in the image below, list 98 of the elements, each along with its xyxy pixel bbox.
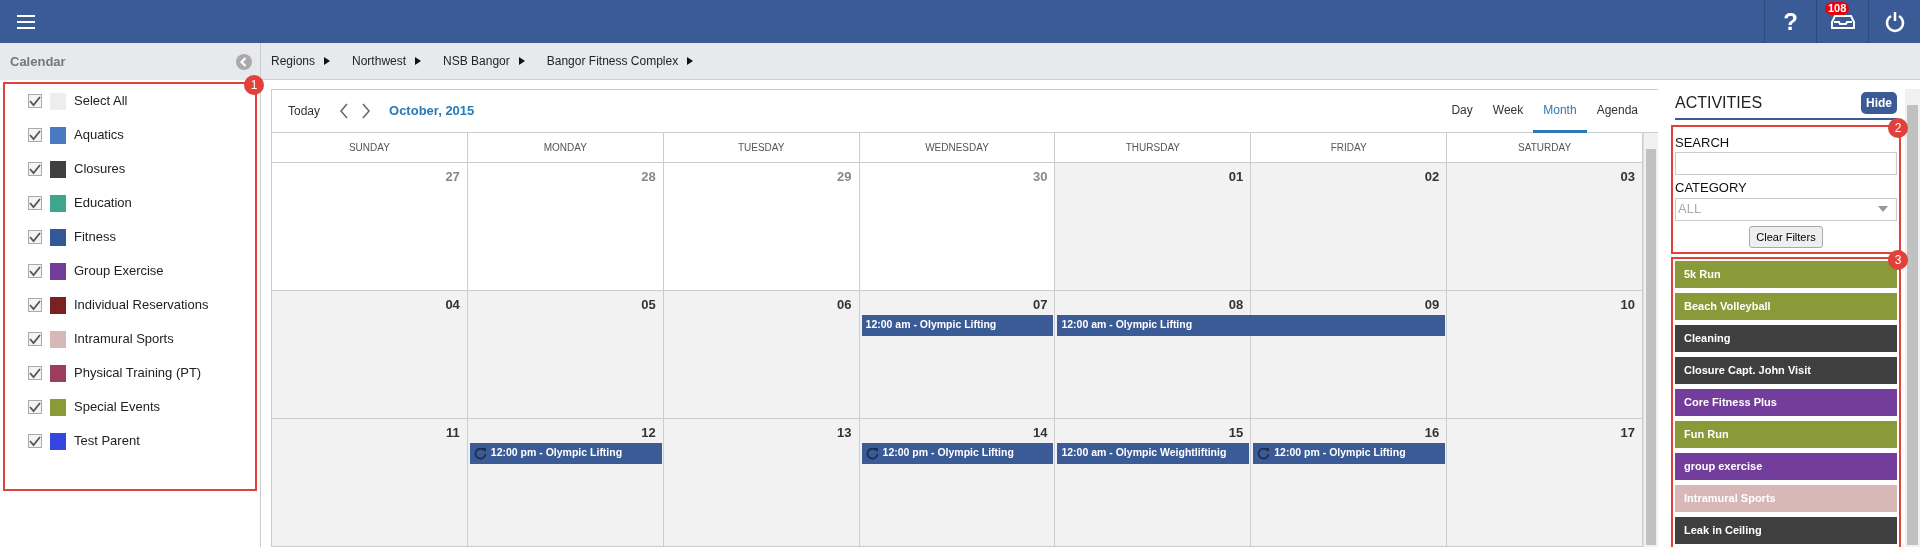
day-number[interactable]: 13 xyxy=(837,422,852,443)
day-number[interactable]: 01 xyxy=(1228,166,1244,187)
checkbox[interactable] xyxy=(28,230,42,244)
power-icon xyxy=(1884,10,1905,33)
weekday-header: MONDAY xyxy=(543,140,587,155)
breadcrumb-link[interactable]: NSB Bangor xyxy=(443,51,510,70)
category-label[interactable]: Physical Training (PT) xyxy=(74,363,202,383)
panel-title: ACTIVITIES xyxy=(1675,92,1763,113)
day-number[interactable]: 09 xyxy=(1424,294,1440,315)
day-number[interactable]: 10 xyxy=(1620,294,1635,315)
weekday-header: SUNDAY xyxy=(348,140,390,155)
field-label: CATEGORY xyxy=(1675,179,1748,198)
checkbox[interactable] xyxy=(28,162,42,176)
category-label[interactable]: Intramural Sports xyxy=(74,329,174,349)
view-tab[interactable]: Month xyxy=(1533,88,1587,133)
activity-item[interactable]: Cleaning xyxy=(1675,325,1897,353)
day-number[interactable]: 15 xyxy=(1228,422,1244,443)
category-label[interactable]: Test Parent xyxy=(74,431,140,451)
day-number[interactable]: 12 xyxy=(641,422,656,443)
weekday-header: SATURDAY xyxy=(1518,140,1572,155)
day-number[interactable]: 06 xyxy=(837,294,852,315)
checkbox[interactable] xyxy=(28,264,42,278)
event-label: 12:00 pm - Olympic Lifting xyxy=(490,445,623,461)
breadcrumb-link[interactable]: Bangor Fitness Complex xyxy=(546,51,679,70)
next-icon[interactable] xyxy=(361,102,372,119)
weekday-header: TUESDAY xyxy=(737,140,785,155)
category-label[interactable]: Group Exercise xyxy=(74,261,164,281)
activity-item[interactable]: Core Fitness Plus xyxy=(1675,389,1897,417)
event-label: 12:00 pm - Olympic Lifting xyxy=(882,445,1014,461)
day-number[interactable]: 04 xyxy=(445,294,460,315)
callout-number: 2 xyxy=(1888,117,1908,138)
day-number[interactable]: 07 xyxy=(1032,294,1048,315)
category-label[interactable]: Special Events xyxy=(74,397,160,417)
view-tab[interactable]: Week xyxy=(1482,88,1534,133)
hide-button[interactable]: Hide xyxy=(1861,91,1897,114)
weekday-header: FRIDAY xyxy=(1330,140,1367,155)
activity-item[interactable]: Closure Capt. John Visit xyxy=(1675,357,1897,385)
view-tab[interactable]: Agenda xyxy=(1586,88,1648,133)
day-number[interactable]: 29 xyxy=(837,166,852,187)
day-number[interactable]: 05 xyxy=(641,294,656,315)
checkbox[interactable] xyxy=(28,128,42,142)
month-title: October, 2015 xyxy=(389,101,475,120)
field-label: SEARCH xyxy=(1675,133,1731,152)
dropdown-value: ALL xyxy=(1678,200,1702,219)
checkbox[interactable] xyxy=(28,434,42,448)
day-number[interactable]: 30 xyxy=(1032,166,1048,187)
checkbox[interactable] xyxy=(28,298,42,312)
inbox-icon xyxy=(1830,14,1855,29)
checkbox[interactable] xyxy=(28,332,42,346)
checkbox[interactable] xyxy=(28,400,42,414)
today-button[interactable]: Today xyxy=(287,100,322,121)
day-number[interactable]: 08 xyxy=(1228,294,1244,315)
category-label[interactable]: Closures xyxy=(74,159,126,179)
breadcrumb-link[interactable]: Regions xyxy=(271,51,316,70)
checkbox[interactable] xyxy=(28,94,42,108)
day-number[interactable]: 27 xyxy=(445,166,460,187)
event-label: 12:00 pm - Olympic Lifting xyxy=(1274,445,1406,461)
caret-icon xyxy=(1878,206,1888,213)
search-field[interactable] xyxy=(1675,152,1897,176)
category-label[interactable]: Individual Reservations xyxy=(74,295,209,315)
scrollbar[interactable] xyxy=(1905,88,1920,547)
category-label[interactable]: Education xyxy=(74,193,132,213)
event-bar[interactable]: 12:00 pm - Olympic Lifting xyxy=(1253,442,1446,464)
event-bar[interactable]: 12:00 am - Olympic Weightliftinig xyxy=(1057,442,1250,464)
day-number[interactable]: 11 xyxy=(446,422,460,443)
panel-title: Calendar xyxy=(10,52,66,71)
event-label: 12:00 am - Olympic Lifting xyxy=(1061,317,1193,333)
event-bar[interactable]: 12:00 am - Olympic Lifting xyxy=(1057,314,1446,336)
menu-icon xyxy=(17,14,35,29)
caret-icon xyxy=(324,56,331,65)
activity-item[interactable]: group exercise xyxy=(1675,453,1897,481)
breadcrumb-link[interactable]: Northwest xyxy=(352,51,407,70)
event-label: 12:00 am - Olympic Weightliftinig xyxy=(1061,445,1227,461)
category-label[interactable]: Fitness xyxy=(74,227,116,247)
notification-count: 108 xyxy=(1825,2,1850,15)
caret-icon xyxy=(687,56,694,65)
day-number[interactable]: 17 xyxy=(1620,422,1635,443)
day-number[interactable]: 14 xyxy=(1032,422,1048,443)
checkbox[interactable] xyxy=(28,366,42,380)
weekday-header: THURSDAY xyxy=(1125,140,1180,155)
clear-filters-button[interactable]: Clear Filters xyxy=(1749,225,1823,249)
category-label[interactable]: Select All xyxy=(74,91,128,111)
scrollbar[interactable] xyxy=(1643,132,1658,547)
day-number[interactable]: 28 xyxy=(641,166,656,187)
activity-item[interactable]: Leak in Ceiling xyxy=(1675,517,1897,545)
callout-number: 3 xyxy=(1888,250,1908,271)
event-label: 12:00 am - Olympic Lifting xyxy=(865,317,997,333)
caret-icon xyxy=(518,56,525,65)
day-number[interactable]: 02 xyxy=(1424,166,1440,187)
checkbox[interactable] xyxy=(28,196,42,210)
category-label[interactable]: Aquatics xyxy=(74,125,124,145)
callout-number: 1 xyxy=(244,75,264,95)
previous-icon[interactable] xyxy=(339,102,350,119)
day-number[interactable]: 16 xyxy=(1424,422,1440,443)
view-tab[interactable]: Day xyxy=(1441,88,1483,133)
caret-icon xyxy=(415,56,422,65)
weekday-header: WEDNESDAY xyxy=(925,140,989,155)
day-number[interactable]: 03 xyxy=(1620,166,1635,187)
